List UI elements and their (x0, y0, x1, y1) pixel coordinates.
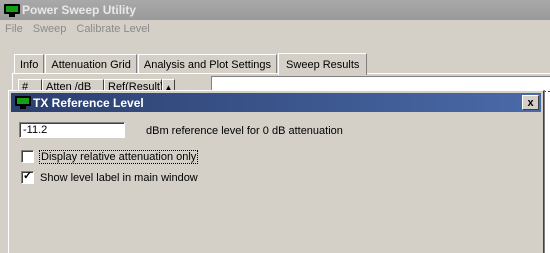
menu-sweep[interactable]: Sweep (28, 23, 72, 35)
menu-calibrate-level[interactable]: Calibrate Level (71, 23, 154, 35)
tx-reference-level-dialog: TX Reference Level x dBm reference level… (8, 90, 544, 253)
reference-level-label: dBm reference level for 0 dB attenuation (146, 125, 343, 137)
dialog-title: TX Reference Level (33, 95, 144, 110)
close-icon: x (527, 96, 534, 109)
tab-analysis-plot-settings[interactable]: Analysis and Plot Settings (137, 54, 278, 74)
show-level-label-option[interactable]: ✓ Show level label in main window (21, 170, 198, 184)
show-level-label-label[interactable]: Show level label in main window (40, 172, 198, 184)
checkmark-icon: ✓ (23, 170, 33, 182)
reference-level-input[interactable] (19, 122, 125, 138)
show-level-label-checkbox[interactable]: ✓ (21, 170, 34, 184)
monitor-icon (15, 96, 31, 109)
main-titlebar[interactable]: Power Sweep Utility (0, 0, 550, 20)
monitor-icon (4, 3, 20, 17)
display-relative-checkbox[interactable] (21, 150, 34, 163)
display-relative-option[interactable]: Display relative attenuation only (21, 149, 199, 164)
tab-sweep-results[interactable]: Sweep Results (278, 53, 368, 75)
tab-info[interactable]: Info (14, 54, 45, 74)
tab-strip: Info Attenuation Grid Analysis and Plot … (14, 52, 368, 75)
dialog-titlebar[interactable]: TX Reference Level x (11, 93, 541, 112)
menu-file[interactable]: File (0, 23, 28, 35)
main-title: Power Sweep Utility (22, 3, 137, 17)
close-button[interactable]: x (522, 95, 539, 110)
display-relative-label[interactable]: Display relative attenuation only (38, 149, 199, 164)
menu-bar: File Sweep Calibrate Level (0, 20, 550, 38)
tab-attenuation-grid[interactable]: Attenuation Grid (45, 54, 137, 74)
